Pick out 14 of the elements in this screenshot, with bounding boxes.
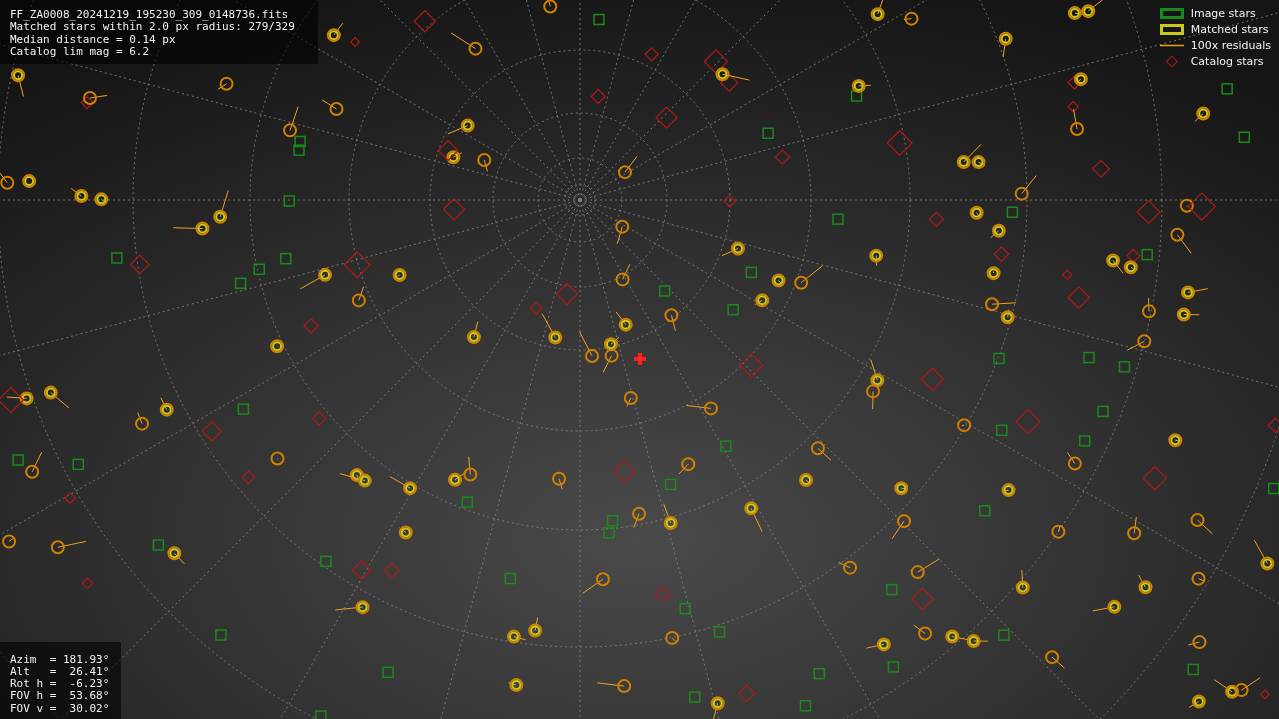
legend-label: Image stars [1190, 6, 1256, 21]
legend-label: 100x residuals [1190, 38, 1271, 53]
pointing-text: FOV h = 53.68° [10, 690, 109, 703]
legend-label: Matched stars [1190, 22, 1269, 37]
pointing-text: Alt = 26.41° [10, 665, 109, 679]
pointing-text: Rot h = -6.23° [10, 678, 109, 691]
center-cross-icon [634, 353, 646, 365]
pointing-text: Azim = 181.93° [10, 653, 109, 666]
pointing-text: FOV v = 30.02° [10, 702, 109, 715]
legend-label: Catalog stars [1190, 54, 1264, 69]
info-text: Median distance = 0.14 px [10, 33, 177, 46]
info-text: FF_ZA0008_20241219_195230_309_0148736.fits [10, 9, 290, 22]
info-text: Matched stars within 2.0 px radius: 279/329 [10, 21, 296, 34]
info-text: Catalog lim mag = 6.2 [10, 45, 151, 59]
